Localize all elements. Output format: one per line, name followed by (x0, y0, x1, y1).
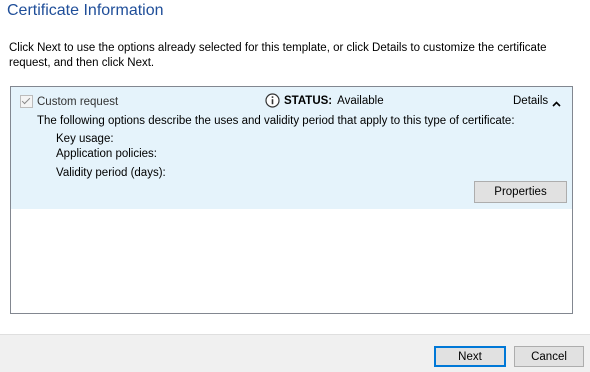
certificate-item: Custom request STATUS: Available Details… (11, 87, 572, 209)
validity-period-label: Validity period (days): (56, 167, 166, 179)
custom-request-checkbox-row[interactable]: Custom request (20, 95, 118, 108)
properties-button[interactable]: Properties (474, 181, 567, 203)
status-label: STATUS: (284, 94, 333, 107)
instructions-text: Click Next to use the options already se… (9, 42, 547, 69)
custom-request-checkbox (20, 95, 33, 108)
application-policies-label: Application policies: (56, 148, 158, 160)
certificate-list: Custom request STATUS: Available Details… (10, 86, 573, 314)
certificate-description: The following options describe the uses … (37, 115, 515, 127)
info-icon (265, 93, 280, 108)
status-indicator: STATUS: Available (265, 93, 384, 108)
status-value: Available (337, 94, 384, 107)
chevron-up-icon (552, 98, 561, 107)
footer-bar: Next Cancel (0, 334, 590, 372)
cancel-button[interactable]: Cancel (514, 346, 584, 367)
key-usage-label: Key usage: (56, 133, 114, 145)
next-button[interactable]: Next (434, 346, 506, 367)
details-label: Details (513, 95, 549, 107)
custom-request-label: Custom request (37, 95, 119, 108)
details-toggle[interactable]: Details (513, 95, 561, 107)
page-title: Certificate Information (7, 2, 164, 19)
